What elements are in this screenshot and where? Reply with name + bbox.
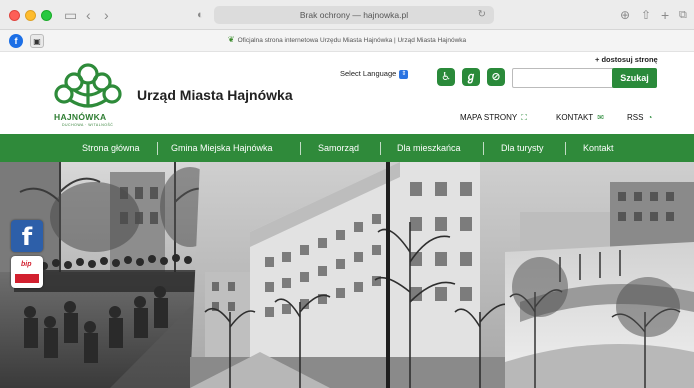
nav-item-samorzad[interactable]: Samorząd: [318, 134, 359, 162]
contact-link[interactable]: KONTAKT ✉: [556, 113, 604, 122]
site-title[interactable]: Urząd Miasta Hajnówka: [137, 87, 293, 103]
banner-photos: [0, 162, 694, 388]
nav-item-gmina[interactable]: Gmina Miejska Hajnówka: [171, 134, 273, 162]
nav-divider: [380, 142, 381, 155]
logo-tagline: DUCHOWA · WITALNOŚĆ: [62, 123, 114, 127]
sitemap-link[interactable]: MAPA STRONY ⛶: [460, 113, 527, 123]
hearing-impaired-icon[interactable]: ℊ: [462, 68, 480, 86]
rss-link[interactable]: RSS ◔: [627, 113, 652, 122]
download-icon[interactable]: ⊕: [620, 6, 630, 24]
main-navigation: Strona główna Gmina Miejska Hajnówka Sam…: [0, 134, 694, 162]
nav-divider: [565, 142, 566, 155]
minimize-window-button[interactable]: [25, 10, 36, 21]
chevron-down-icon: ⇕: [399, 69, 409, 79]
nav-divider: [483, 142, 484, 155]
address-bar[interactable]: Brak ochrony — hajnowka.pl ↻: [214, 6, 494, 24]
nav-item-kontakt[interactable]: Kontakt: [583, 134, 614, 162]
new-tab-icon[interactable]: +: [661, 6, 669, 24]
search-button[interactable]: Szukaj: [612, 68, 657, 88]
bip-flag-icon: [15, 274, 39, 283]
wheelchair-accessibility-icon[interactable]: ♿: [437, 68, 455, 86]
facebook-button[interactable]: f: [11, 220, 43, 252]
tab-strip: f ▣ ❦ Oficjalna strona internetowa Urzędu…: [0, 30, 694, 52]
facebook-icon: f: [21, 223, 33, 251]
search-input[interactable]: [512, 68, 614, 88]
share-icon[interactable]: ⇧: [641, 6, 651, 24]
close-window-button[interactable]: [9, 10, 20, 21]
visibility-toggle-icon[interactable]: ⊘: [487, 68, 505, 86]
shield-icon[interactable]: ◐: [197, 6, 204, 24]
envelope-icon: ✉: [597, 113, 604, 122]
nav-divider: [300, 142, 301, 155]
tab-title: Oficjalna strona internetowa Urzędu Mias…: [237, 37, 467, 44]
nav-item-dla-mieszkanca[interactable]: Dla mieszkańca: [397, 134, 461, 162]
photo-banner: [0, 162, 694, 388]
sidebar-icon[interactable]: ▭: [64, 6, 77, 24]
bip-button[interactable]: bip: [11, 256, 43, 288]
bip-icon: bip: [21, 261, 32, 268]
address-text: Brak ochrony — hajnowka.pl: [299, 10, 409, 20]
reload-icon[interactable]: ↻: [478, 6, 486, 24]
leaf-icon: ❦: [227, 35, 235, 44]
tab-overview-icon[interactable]: ⧉: [679, 6, 687, 24]
active-tab[interactable]: ❦ Oficjalna strona internetowa Urzędu Mia…: [0, 35, 694, 44]
language-select[interactable]: Select Language ⇕: [340, 69, 409, 79]
sitemap-icon: ⛶: [521, 113, 527, 122]
back-icon[interactable]: ‹: [86, 6, 91, 24]
site-header: HAJNÓWKA DUCHOWA · WITALNOŚĆ Urząd Miast…: [0, 52, 694, 134]
nav-item-strona-glowna[interactable]: Strona główna: [82, 134, 140, 162]
forward-icon[interactable]: ›: [104, 6, 109, 24]
zoom-window-button[interactable]: [41, 10, 52, 21]
logo-wordmark: HAJNÓWKA: [54, 112, 107, 122]
customize-page-link[interactable]: + dostosuj stronę: [595, 55, 658, 64]
nav-item-dla-turysty[interactable]: Dla turysty: [501, 134, 544, 162]
language-label: Select Language: [340, 69, 397, 78]
nav-divider: [157, 142, 158, 155]
browser-toolbar: ▭ ‹ › ◐ Brak ochrony — hajnowka.pl ↻ ⊕ ⇧…: [0, 0, 694, 30]
rss-icon: ◔: [647, 113, 653, 122]
